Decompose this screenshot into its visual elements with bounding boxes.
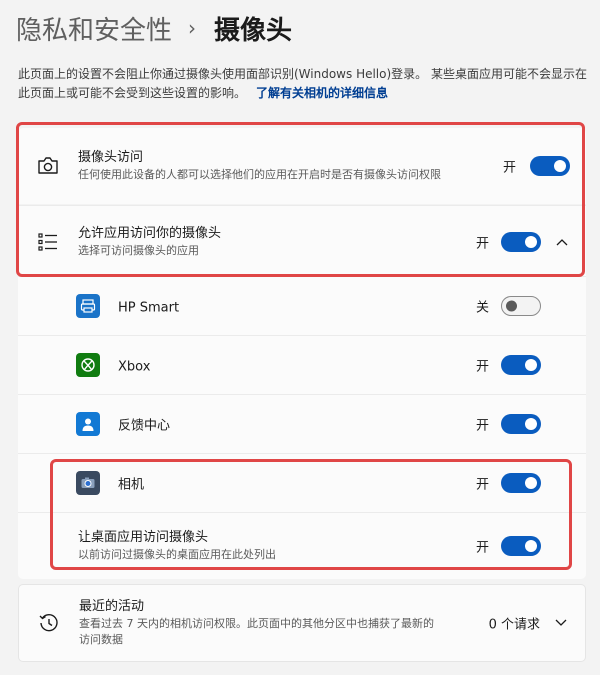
- app-name: 相机: [118, 477, 145, 493]
- recent-activity-subtitle-1: 查看过去 7 天内的相机访问权限。此页面中的其他分区中也捕获了最新的: [79, 617, 434, 630]
- history-icon: [37, 611, 61, 635]
- page-title: 摄像头: [214, 15, 293, 46]
- breadcrumb-separator: ›: [188, 16, 197, 40]
- feedback-hub-icon: [76, 412, 100, 436]
- desktop-apps-toggle[interactable]: [501, 536, 541, 556]
- xbox-icon: [76, 353, 100, 377]
- camera-icon: [36, 154, 60, 178]
- app-state: 开: [475, 477, 489, 493]
- chevron-up-icon[interactable]: [554, 234, 570, 250]
- app-access-title: 允许应用访问你的摄像头: [78, 225, 222, 241]
- recent-activity-row[interactable]: 最近的活动 查看过去 7 天内的相机访问权限。此页面中的其他分区中也捕获了最新的…: [18, 584, 586, 662]
- app-state: 开: [475, 418, 489, 434]
- camera-app-icon: [76, 471, 100, 495]
- app-toggle-feedback-hub[interactable]: [501, 414, 541, 434]
- learn-more-link[interactable]: 了解有关相机的详细信息: [256, 86, 388, 100]
- desktop-apps-subtitle: 以前访问过摄像头的桌面应用在此处列出: [78, 548, 276, 561]
- desktop-apps-title: 让桌面应用访问摄像头: [78, 530, 209, 545]
- app-row-hp-smart: HP Smart 关: [18, 276, 586, 335]
- list-icon: [36, 230, 60, 254]
- app-access-toggle[interactable]: [501, 231, 541, 252]
- camera-access-title: 摄像头访问: [78, 150, 144, 165]
- app-toggle-hp-smart[interactable]: [501, 296, 541, 316]
- recent-activity-subtitle-2: 访问数据: [79, 633, 123, 646]
- desktop-apps-row: 让桌面应用访问摄像头 以前访问过摄像头的桌面应用在此处列出 开: [18, 512, 586, 579]
- app-access-row[interactable]: 允许应用访问你的摄像头 选择可访问摄像头的应用 开: [18, 205, 586, 277]
- camera-access-subtitle: 任何使用此设备的人都可以选择他们的应用在开启时是否有摄像头访问权限: [78, 168, 441, 181]
- app-row-camera: 相机 开: [18, 453, 586, 512]
- app-row-xbox: Xbox 开: [18, 335, 586, 394]
- app-access-state: 开: [475, 236, 489, 251]
- recent-activity-title: 最近的活动: [79, 599, 145, 614]
- app-name: Xbox: [118, 359, 151, 375]
- app-access-subtitle: 选择可访问摄像头的应用: [78, 243, 199, 257]
- app-row-feedback-hub: 反馈中心 开: [18, 394, 586, 453]
- app-name: HP Smart: [118, 300, 180, 316]
- app-name: 反馈中心: [118, 418, 171, 434]
- chevron-down-icon[interactable]: [553, 615, 569, 631]
- breadcrumb: 隐私和安全性 › 摄像头: [16, 8, 292, 48]
- app-toggle-xbox[interactable]: [501, 355, 541, 375]
- request-count: 0 个请求: [488, 617, 540, 633]
- breadcrumb-parent[interactable]: 隐私和安全性: [16, 10, 172, 47]
- app-state: 开: [475, 359, 489, 375]
- camera-access-row: 摄像头访问 任何使用此设备的人都可以选择他们的应用在开启时是否有摄像头访问权限 …: [18, 128, 586, 204]
- app-toggle-camera[interactable]: [501, 473, 541, 493]
- desktop-apps-state: 开: [475, 540, 489, 556]
- app-state: 关: [475, 300, 489, 316]
- hp-smart-icon: [76, 294, 100, 318]
- camera-access-toggle[interactable]: [530, 156, 570, 176]
- page-description: 此页面上的设置不会阻止你通过摄像头使用面部识别(Windows Hello)登录…: [18, 65, 588, 103]
- camera-access-state: 开: [502, 160, 516, 176]
